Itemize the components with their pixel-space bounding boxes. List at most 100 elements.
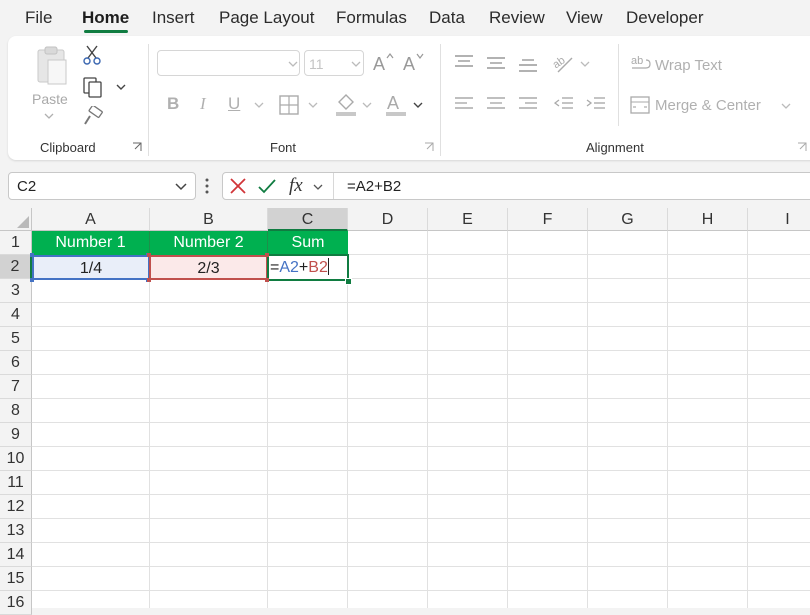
wrap-text-icon[interactable]: ab: [630, 54, 652, 74]
row-header-10[interactable]: 10: [0, 447, 32, 471]
row-header-12[interactable]: 12: [0, 495, 32, 519]
column-header-e[interactable]: E: [428, 208, 508, 231]
align-left-icon[interactable]: [454, 96, 474, 112]
tab-insert[interactable]: Insert: [152, 8, 195, 28]
gridline: [32, 518, 810, 519]
increase-font-icon[interactable]: A: [372, 52, 396, 74]
borders-chevron-down-icon[interactable]: [308, 101, 318, 109]
row-header-7[interactable]: 7: [0, 375, 32, 399]
column-header-h[interactable]: H: [668, 208, 748, 231]
name-box[interactable]: C2: [8, 172, 196, 200]
row-header-13[interactable]: 13: [0, 519, 32, 543]
font-dialog-launcher-icon[interactable]: [424, 142, 434, 152]
column-header-i[interactable]: I: [748, 208, 810, 231]
enter-icon[interactable]: [257, 177, 277, 195]
underline-button[interactable]: U: [228, 94, 240, 114]
tab-view[interactable]: View: [566, 8, 603, 28]
underline-chevron-down-icon[interactable]: [254, 101, 264, 109]
select-all-corner[interactable]: [0, 208, 32, 231]
orientation-icon[interactable]: ab: [552, 52, 576, 74]
cut-icon[interactable]: [82, 44, 102, 66]
cell-a1[interactable]: Number 1: [32, 231, 150, 255]
cancel-icon[interactable]: [229, 177, 247, 195]
copy-icon[interactable]: [82, 76, 104, 98]
row-header-6[interactable]: 6: [0, 351, 32, 375]
ref-handle[interactable]: [30, 253, 34, 257]
borders-icon[interactable]: [278, 94, 300, 116]
paste-button[interactable]: [32, 44, 72, 94]
row-header-11[interactable]: 11: [0, 471, 32, 495]
align-bottom-icon[interactable]: [518, 58, 538, 74]
row-header-3[interactable]: 3: [0, 279, 32, 303]
name-box-chevron-down-icon[interactable]: [175, 183, 187, 191]
align-right-icon[interactable]: [518, 96, 538, 112]
tab-formulas[interactable]: Formulas: [336, 8, 407, 28]
ref-handle[interactable]: [265, 278, 269, 282]
column-header-d[interactable]: D: [348, 208, 428, 231]
ref-handle[interactable]: [147, 278, 151, 282]
cell-b2[interactable]: 2/3: [149, 255, 268, 280]
paste-label[interactable]: Paste: [32, 91, 68, 107]
align-top-icon[interactable]: [454, 54, 474, 70]
clipboard-dialog-launcher-icon[interactable]: [132, 142, 142, 152]
cell-b1[interactable]: Number 2: [150, 231, 268, 255]
ref-handle[interactable]: [265, 253, 269, 257]
gridline: [347, 231, 348, 608]
decrease-indent-icon[interactable]: [554, 96, 574, 112]
alignment-dialog-launcher-icon[interactable]: [797, 142, 807, 152]
row-header-16[interactable]: 16: [0, 591, 32, 615]
fill-color-chevron-down-icon[interactable]: [362, 101, 372, 109]
gridline: [149, 231, 150, 608]
tab-file[interactable]: File: [25, 8, 52, 28]
decrease-font-icon[interactable]: A: [402, 52, 426, 74]
merge-center-button[interactable]: Merge & Center: [655, 97, 761, 114]
font-color-icon[interactable]: A: [384, 92, 408, 118]
orientation-chevron-down-icon[interactable]: [580, 60, 590, 68]
align-middle-icon[interactable]: [486, 56, 506, 72]
tab-home[interactable]: Home: [82, 8, 129, 28]
row-header-4[interactable]: 4: [0, 303, 32, 327]
ref-handle[interactable]: [147, 253, 151, 257]
row-header-1[interactable]: 1: [0, 231, 32, 255]
bold-button[interactable]: B: [167, 94, 179, 114]
formula-bar-handle-icon[interactable]: [205, 177, 209, 195]
column-header-g[interactable]: G: [588, 208, 668, 231]
row-header-8[interactable]: 8: [0, 399, 32, 423]
tab-page-layout[interactable]: Page Layout: [219, 8, 314, 28]
row-header-5[interactable]: 5: [0, 327, 32, 351]
format-painter-icon[interactable]: [82, 106, 104, 128]
function-icon[interactable]: fx: [289, 175, 303, 197]
fill-handle[interactable]: [345, 278, 352, 285]
ref-handle[interactable]: [30, 278, 34, 282]
row-header-14[interactable]: 14: [0, 543, 32, 567]
column-header-c[interactable]: C: [268, 208, 348, 231]
row-header-9[interactable]: 9: [0, 423, 32, 447]
italic-button[interactable]: I: [200, 94, 206, 114]
column-header-f[interactable]: F: [508, 208, 588, 231]
cell-c1[interactable]: Sum: [268, 231, 348, 255]
font-name-dropdown[interactable]: [157, 50, 300, 76]
row-header-15[interactable]: 15: [0, 567, 32, 591]
worksheet: A B C D E F G H I 1 2 3 4 5 6 7 8 9 10 1…: [0, 208, 810, 615]
font-size-dropdown[interactable]: 11: [304, 50, 364, 76]
column-header-b[interactable]: B: [150, 208, 268, 231]
tab-review[interactable]: Review: [489, 8, 545, 28]
font-color-chevron-down-icon[interactable]: [413, 101, 423, 109]
cell-c2-editing[interactable]: =A2+B2: [267, 254, 349, 281]
merge-icon[interactable]: [630, 96, 650, 114]
tab-developer[interactable]: Developer: [626, 8, 704, 28]
cell-a2[interactable]: 1/4: [32, 255, 150, 280]
column-header-a[interactable]: A: [32, 208, 150, 231]
align-center-icon[interactable]: [486, 96, 506, 112]
tab-data[interactable]: Data: [429, 8, 465, 28]
formula-input[interactable]: =A2+B2: [347, 178, 401, 195]
wrap-text-button[interactable]: Wrap Text: [655, 57, 722, 74]
row-header-2[interactable]: 2: [0, 255, 32, 279]
paste-chevron-down-icon[interactable]: [44, 112, 54, 120]
merge-chevron-down-icon[interactable]: [781, 102, 791, 110]
function-chevron-down-icon[interactable]: [313, 183, 323, 191]
increase-indent-icon[interactable]: [586, 96, 606, 112]
ribbon-separator: [440, 44, 441, 156]
fill-color-icon[interactable]: [334, 92, 358, 118]
copy-chevron-down-icon[interactable]: [116, 83, 126, 91]
